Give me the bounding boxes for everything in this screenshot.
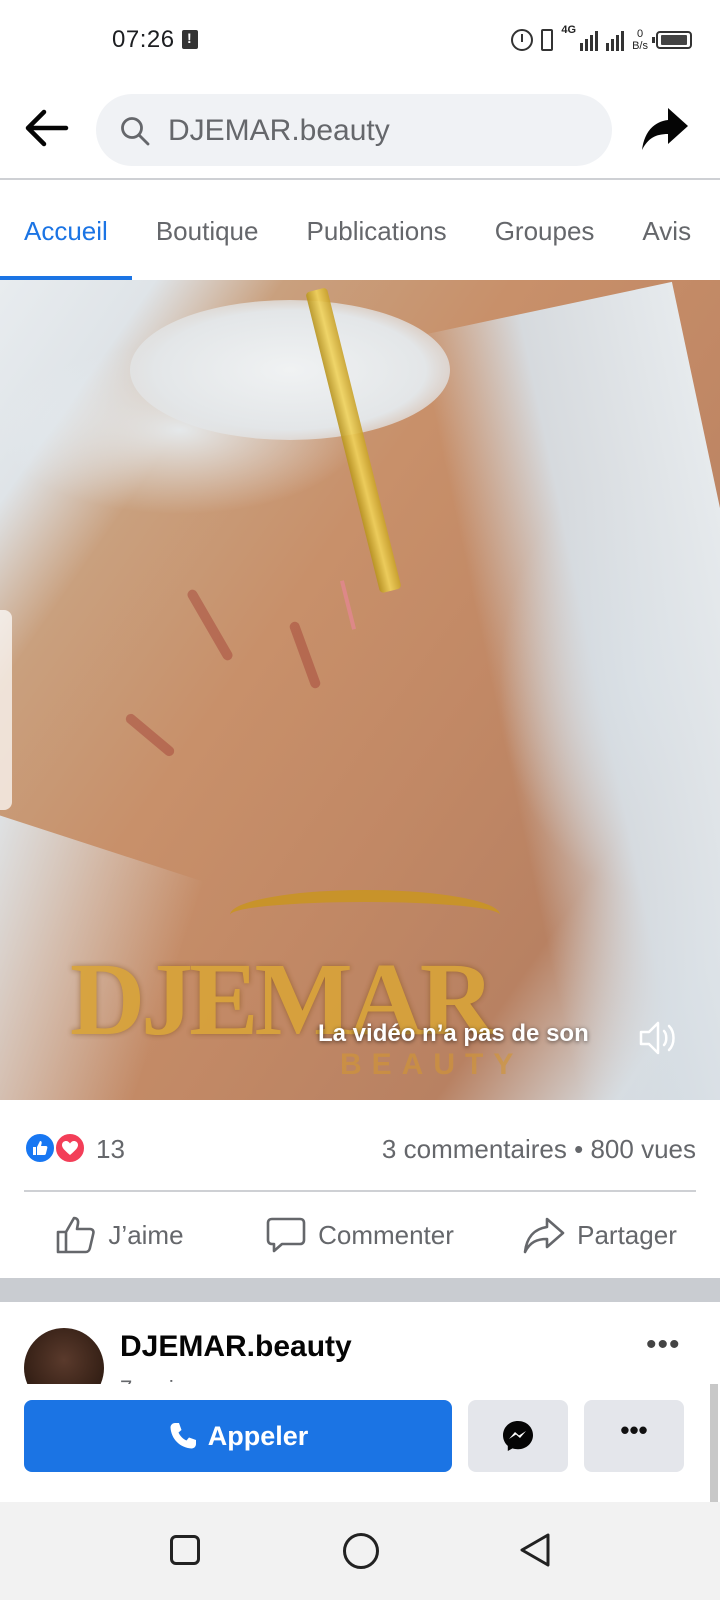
video-frame-mark-2 [123, 711, 177, 759]
tab-groupes[interactable]: Groupes [471, 182, 619, 280]
back-button[interactable] [24, 108, 70, 148]
tab-publications[interactable]: Publications [282, 182, 470, 280]
home-button[interactable] [343, 1533, 379, 1569]
logo-swoosh [230, 890, 500, 940]
share-icon [523, 1217, 565, 1254]
vibrate-icon [541, 29, 554, 51]
messenger-icon [503, 1421, 533, 1451]
search-icon [121, 117, 150, 146]
next-post-header: DJEMAR.beauty 7 mai · ••• [0, 1302, 720, 1384]
tab-boutique[interactable]: Boutique [132, 182, 283, 280]
phone-icon [170, 1423, 196, 1449]
warning-icon [182, 30, 198, 49]
comment-button[interactable]: Commenter [240, 1192, 480, 1278]
video-frame-needle [340, 580, 356, 630]
like-reaction-icon [24, 1132, 56, 1164]
post-stats: 3 commentaires • 800 vues [382, 1134, 696, 1165]
status-bar: 07:26 4G 0B/s [0, 0, 720, 80]
system-back-icon[interactable] [518, 1532, 552, 1568]
signal-icon [580, 29, 599, 51]
brand-watermark: DJEMAR BEAUTY [70, 880, 513, 1081]
comment-icon [266, 1217, 306, 1253]
like-label: J’aime [108, 1219, 184, 1250]
reaction-count: 13 [96, 1134, 125, 1164]
post-timestamp: 7 mai · [120, 1376, 187, 1384]
network-type: 4G [561, 24, 577, 36]
video-frame-glove [130, 300, 450, 440]
like-button[interactable]: J’aime [0, 1192, 240, 1278]
post-more-icon[interactable]: ••• [646, 1328, 681, 1362]
alarm-icon [511, 29, 534, 51]
thumbs-up-icon [57, 1216, 96, 1254]
share-label: Partager [577, 1219, 677, 1250]
post-author[interactable]: DJEMAR.beauty [120, 1330, 352, 1364]
comment-count[interactable]: 3 commentaires [382, 1134, 567, 1164]
video-frame-mark-3 [288, 620, 322, 690]
reactions-bar[interactable]: 13 3 commentaires • 800 vues [0, 1100, 720, 1192]
page-tabs: Accueil Boutique Publications Groupes Av… [0, 182, 720, 280]
stats-separator: • [574, 1134, 584, 1164]
tab-avis[interactable]: Avis [618, 182, 715, 280]
call-label: Appeler [207, 1420, 309, 1451]
speed-unit: B/s [632, 40, 648, 52]
speaker-icon[interactable] [638, 1018, 680, 1058]
search-input[interactable]: DJEMAR.beauty [96, 94, 612, 166]
messenger-button[interactable] [468, 1400, 568, 1472]
more-options-button[interactable]: ••• [584, 1400, 684, 1472]
no-sound-label: La vidéo n’a pas de son [318, 1020, 589, 1047]
call-button[interactable]: Appeler [24, 1400, 452, 1472]
avatar[interactable] [24, 1328, 104, 1384]
system-nav-bar [0, 1502, 720, 1600]
share-button[interactable]: Partager [480, 1192, 720, 1278]
status-icons: 4G 0 B/s [511, 22, 692, 58]
video-player[interactable]: DJEMAR BEAUTY La vidéo n’a pas de son [0, 280, 720, 1100]
clock: 07:26 [112, 26, 175, 53]
share-arrow-icon [642, 108, 688, 150]
recent-apps-button[interactable] [170, 1535, 200, 1565]
back-arrow-icon [25, 109, 69, 147]
tab-accueil[interactable]: Accueil [0, 182, 132, 280]
page-header: DJEMAR.beauty [0, 80, 720, 180]
side-handle[interactable] [0, 610, 12, 810]
love-reaction-icon [54, 1132, 86, 1164]
post-actions: J’aime Commenter Partager [0, 1192, 720, 1278]
view-count: 800 vues [590, 1134, 696, 1164]
video-frame-mark [185, 587, 235, 663]
signal-icon-2 [606, 29, 625, 51]
comment-label: Commenter [318, 1219, 454, 1250]
battery-icon [652, 31, 692, 49]
page-actions-bar: Appeler ••• [0, 1384, 720, 1502]
search-query: DJEMAR.beauty [168, 114, 390, 147]
share-page-button[interactable] [640, 106, 690, 152]
network-speed: 0 B/s [632, 28, 648, 52]
scrollbar[interactable] [710, 1384, 718, 1504]
speed-value: 0 [636, 28, 644, 40]
post-separator [0, 1278, 720, 1302]
logo-subtext: BEAUTY [340, 1048, 524, 1081]
